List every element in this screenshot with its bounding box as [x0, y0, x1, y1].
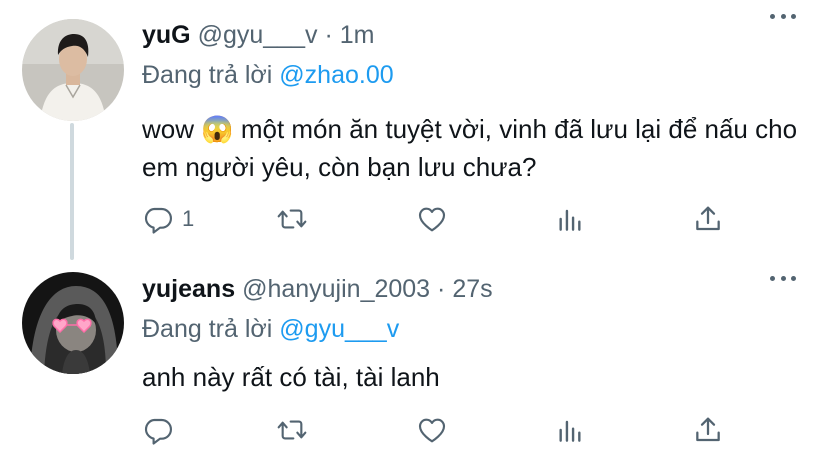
- replying-to: Đang trả lời @gyu___v: [142, 312, 828, 346]
- heart-icon: [418, 207, 446, 232]
- reply-button[interactable]: [142, 410, 182, 450]
- heart-icon: [418, 418, 446, 443]
- reply-icon: [144, 207, 172, 234]
- tweet-text: wow 😱 một món ăn tuyệt vời, vinh đã lưu …: [142, 114, 798, 182]
- user-handle[interactable]: @gyu___v: [198, 21, 318, 49]
- reply-tweet[interactable]: yujeans @hanyujin_2003 · 27s Đang trả lờ…: [0, 262, 828, 460]
- avatar[interactable]: [22, 19, 124, 121]
- share-icon: [696, 417, 720, 442]
- reply-button[interactable]: 1: [142, 199, 194, 239]
- timestamp[interactable]: 1m: [340, 21, 375, 49]
- replying-handle-link[interactable]: @zhao.00: [279, 61, 393, 89]
- separator-dot: ·: [324, 21, 333, 49]
- like-button[interactable]: [416, 199, 448, 239]
- replying-prefix: Đang trả lời: [142, 315, 273, 343]
- avatar[interactable]: [22, 272, 124, 374]
- action-bar: [142, 410, 722, 450]
- retweet-button[interactable]: [276, 410, 308, 450]
- tweet-text: anh này rất có tài, tài lanh: [142, 362, 440, 392]
- tweet-header: yujeans @hanyujin_2003 · 27s: [142, 272, 828, 306]
- replying-prefix: Đang trả lời: [142, 61, 273, 89]
- reply-tweet[interactable]: yuG @gyu___v · 1m Đang trả lời @zhao.00 …: [0, 0, 828, 258]
- bar-chart-icon: [559, 420, 581, 442]
- replying-handle-link[interactable]: @gyu___v: [279, 315, 399, 343]
- analytics-button[interactable]: [554, 199, 586, 239]
- analytics-button[interactable]: [554, 410, 586, 450]
- replying-to: Đang trả lời @zhao.00: [142, 58, 828, 92]
- display-name[interactable]: yuG: [142, 21, 191, 49]
- share-button[interactable]: [692, 410, 724, 450]
- like-button[interactable]: [416, 410, 448, 450]
- action-bar: 1: [142, 199, 722, 239]
- retweet-icon: [277, 209, 307, 229]
- display-name[interactable]: yujeans: [142, 275, 235, 303]
- more-options-icon[interactable]: [770, 14, 796, 20]
- more-options-icon[interactable]: [770, 276, 796, 282]
- retweet-button[interactable]: [276, 199, 308, 239]
- reply-count: 1: [182, 206, 195, 231]
- share-button[interactable]: [692, 199, 724, 239]
- tweet-header: yuG @gyu___v · 1m: [142, 18, 828, 52]
- reply-icon: [144, 418, 172, 445]
- bar-chart-icon: [559, 209, 581, 231]
- user-handle[interactable]: @hanyujin_2003: [242, 275, 430, 303]
- timestamp[interactable]: 27s: [452, 275, 492, 303]
- retweet-icon: [277, 420, 307, 440]
- separator-dot: ·: [437, 275, 446, 303]
- share-icon: [696, 206, 720, 231]
